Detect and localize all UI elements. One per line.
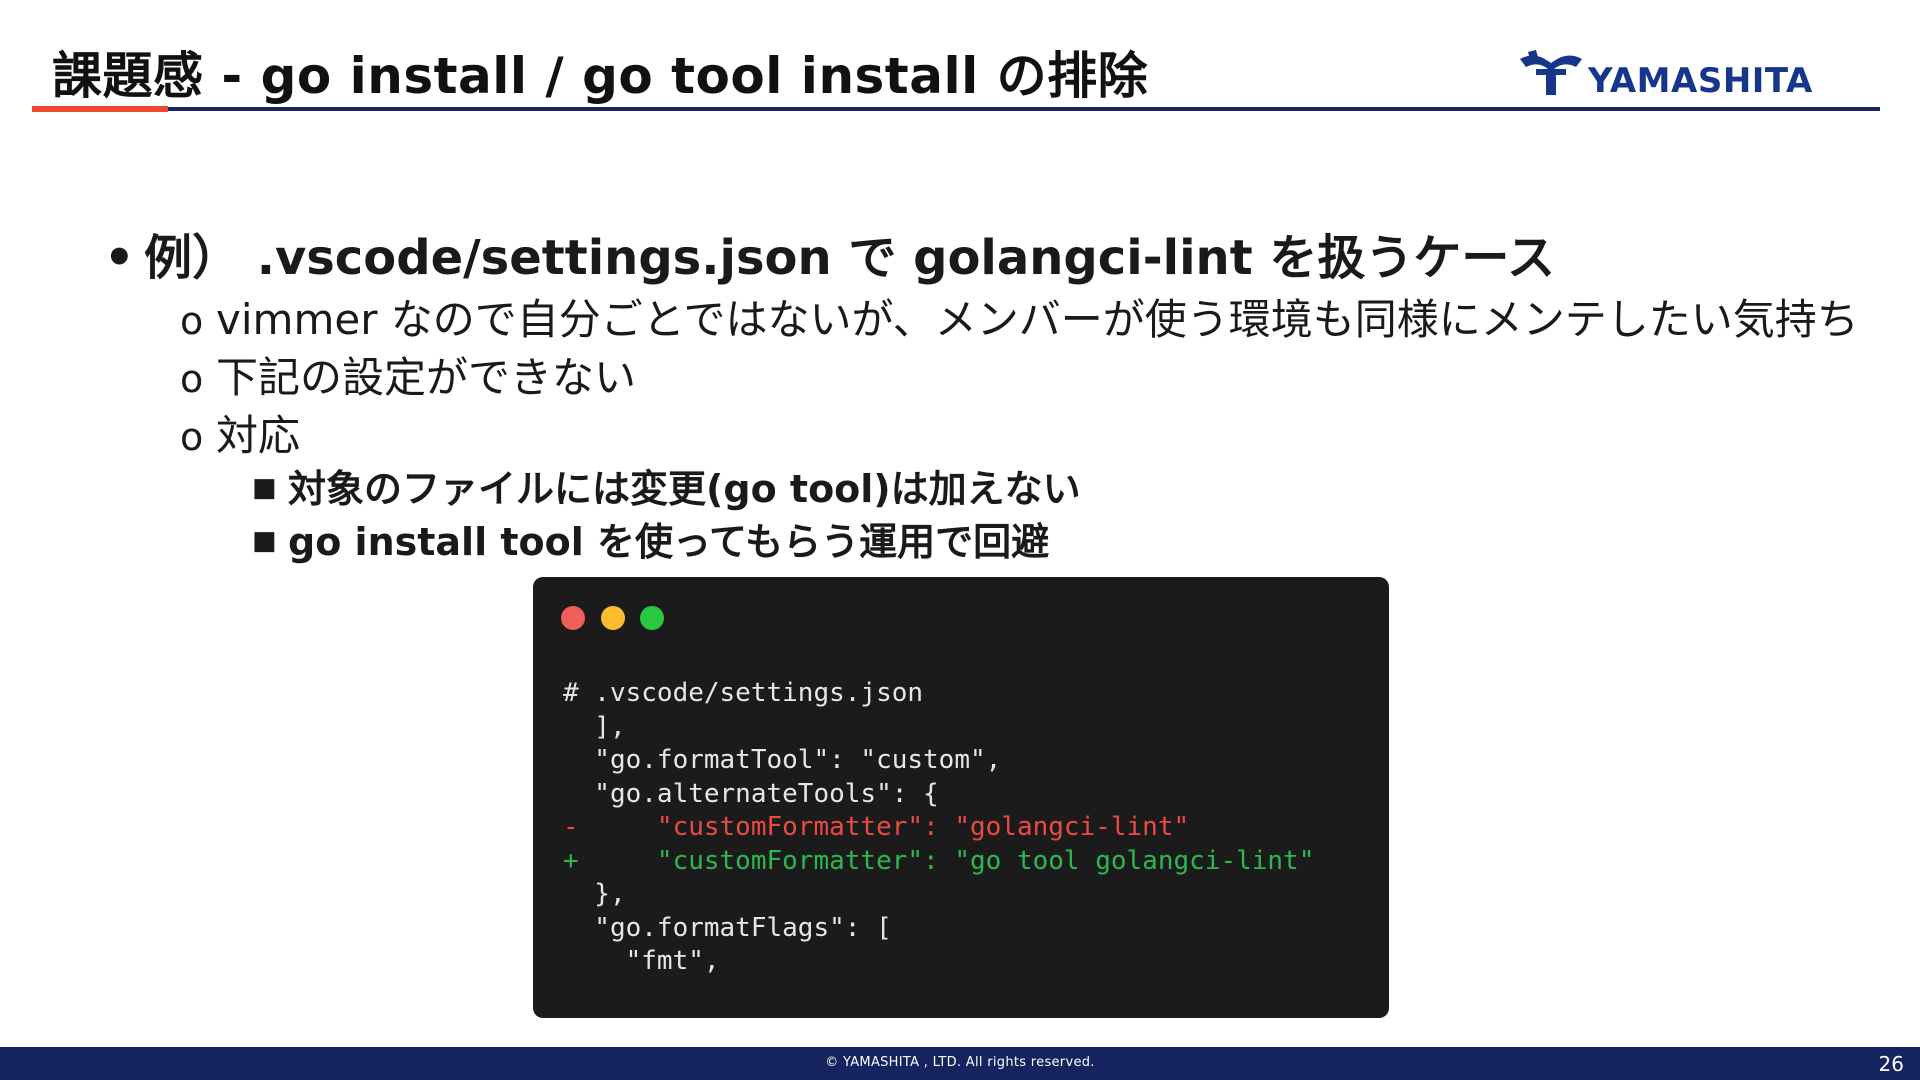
page-number: 26 — [1878, 1052, 1904, 1076]
code-line: # .vscode/settings.json — [563, 678, 924, 708]
sub-bullet-text: vimmer なので自分ごとではないが、メンバーが使う環境も同様にメンテしたい気… — [216, 295, 1859, 344]
slide-title: 課題感 - go install / go tool install の排除 — [52, 47, 1149, 105]
sub-sub-bullet-text: 対象のファイルには変更(go tool)は加えない — [288, 467, 1081, 511]
sub-sub-bullet-text: go install tool を使ってもらう運用で回避 — [288, 520, 1050, 564]
sub-sub-bullet-marker: ■ — [252, 473, 277, 503]
bullet-text: 例） .vscode/settings.json で golangci-lint… — [144, 230, 1555, 286]
window-minimize-dot — [601, 606, 625, 630]
code-line: ], — [563, 711, 626, 742]
logo-wordmark: YAMASHITA — [1588, 61, 1813, 101]
sub-bullet-marker: o — [180, 357, 204, 401]
code-line: }, — [563, 879, 626, 909]
sub-sub-bullet: ■ 対象のファイルには変更(go tool)は加えない — [252, 458, 1081, 513]
sub-bullet-marker: o — [180, 415, 204, 459]
footer-bar: © YAMASHITA , LTD. All rights reserved. … — [0, 1047, 1920, 1080]
sub-bullet-text: 下記の設定ができない — [216, 353, 637, 402]
sub-bullet-text: 対応 — [216, 411, 301, 460]
company-logo: YAMASHITA — [1518, 44, 1813, 104]
window-close-dot — [561, 606, 585, 630]
window-maximize-dot — [640, 606, 664, 630]
code-block: # .vscode/settings.json ], "go.formatToo… — [563, 677, 1314, 979]
copyright-text: © YAMASHITA , LTD. All rights reserved. — [825, 1055, 1095, 1070]
sub-bullet: o vimmer なので自分ごとではないが、メンバーが使う環境も同様にメンテしたい… — [180, 286, 1859, 347]
title-rule-accent — [32, 106, 168, 112]
code-line-removed: - "customFormatter": "golangci-lint" — [563, 812, 1190, 842]
code-line-added: + "customFormatter": "go tool golangci-l… — [563, 845, 1315, 876]
sub-bullet: o 下記の設定ができない — [180, 344, 636, 405]
sub-bullet-marker: o — [180, 299, 204, 343]
sub-bullet: o 対応 — [180, 402, 300, 463]
code-line: "go.formatFlags": [ — [563, 912, 892, 943]
sub-sub-bullet-marker: ■ — [252, 526, 277, 556]
code-line: "fmt", — [563, 946, 720, 976]
code-line: "go.alternateTools": { — [563, 778, 939, 809]
code-window: # .vscode/settings.json ], "go.formatToo… — [533, 577, 1389, 1018]
bullet-marker: • — [104, 230, 135, 286]
bullet-main: • 例） .vscode/settings.json で golangci-lin… — [104, 218, 1555, 288]
sub-sub-bullet: ■ go install tool を使ってもらう運用で回避 — [252, 511, 1049, 566]
code-line: "go.formatTool": "custom", — [563, 745, 1002, 775]
title-rule — [32, 107, 1880, 111]
yamashita-mark-icon — [1520, 50, 1582, 95]
